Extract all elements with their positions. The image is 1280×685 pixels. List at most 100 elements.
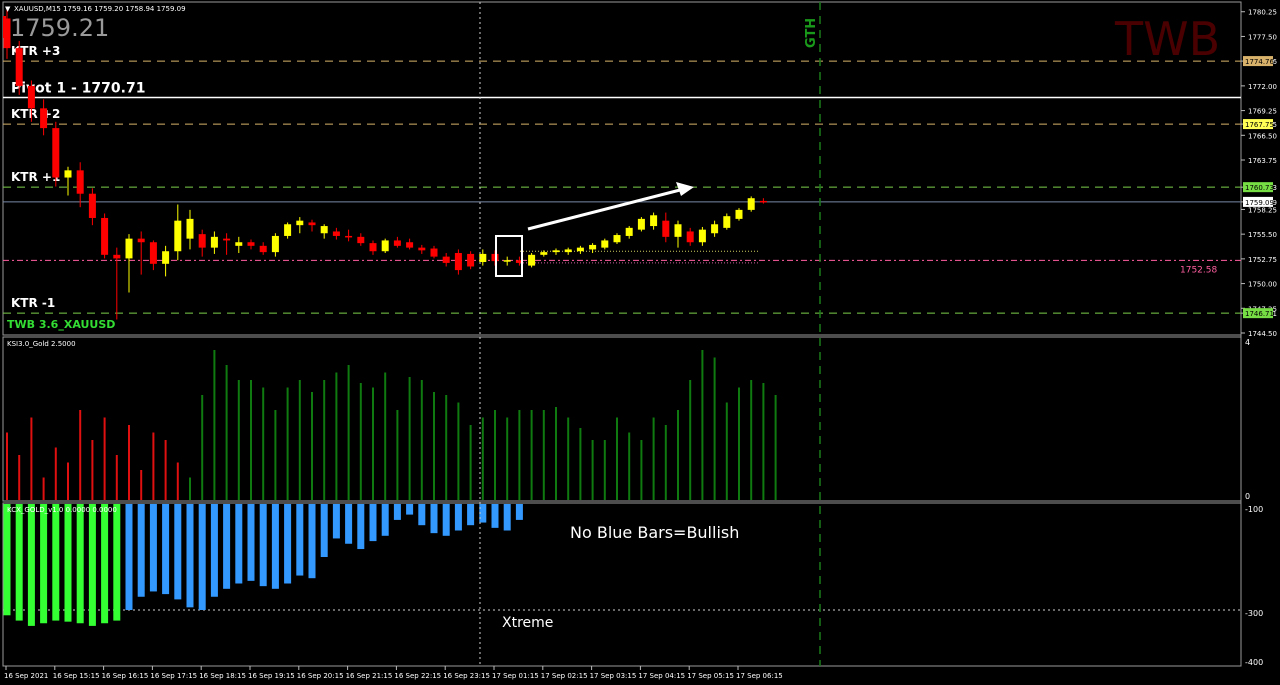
candle-body xyxy=(125,238,133,259)
time-tick-label: 16 Sep 15:15 xyxy=(53,672,100,680)
candle-body xyxy=(137,238,145,243)
candle-body xyxy=(27,85,35,109)
candle-body xyxy=(454,253,462,271)
price-tick-label: 1750.00 xyxy=(1248,281,1277,289)
kcx-bar xyxy=(308,504,316,579)
kcx-bar xyxy=(454,504,462,531)
kcx-bar xyxy=(357,504,365,550)
kcx-bar xyxy=(406,504,414,515)
candle-body xyxy=(564,249,572,253)
time-tick-label: 16 Sep 20:15 xyxy=(297,672,344,680)
time-tick-label: 16 Sep 16:15 xyxy=(102,672,149,680)
candle-body xyxy=(686,231,694,243)
candle-body xyxy=(552,250,560,253)
candle-body xyxy=(503,260,511,262)
candle-body xyxy=(296,220,304,226)
time-tick-label: 16 Sep 21:15 xyxy=(346,672,393,680)
candle-body xyxy=(210,236,218,248)
candle-body xyxy=(345,235,353,238)
gth-label: GTH xyxy=(804,18,819,48)
indicator-label: TWB 3.6_XAUUSD xyxy=(7,318,115,331)
price-tick-label: 1758.25 xyxy=(1248,206,1277,214)
kcx-bar xyxy=(186,504,194,608)
kcx-bar xyxy=(88,504,96,626)
candle-body xyxy=(52,128,60,178)
candle-body xyxy=(357,236,365,244)
candle-body xyxy=(271,235,279,253)
candle-body xyxy=(113,254,121,259)
kcx-bar xyxy=(76,504,84,624)
candle-body xyxy=(15,48,23,86)
candle-body xyxy=(406,242,414,248)
kcx-tick-mid: -300 xyxy=(1245,609,1263,618)
candle-body xyxy=(308,222,316,226)
candle-body xyxy=(88,193,96,218)
price-tick-label: 1772.00 xyxy=(1248,83,1277,91)
price-tick-label: 1763.75 xyxy=(1248,157,1277,165)
kcx-bar xyxy=(162,504,170,595)
time-tick-label: 16 Sep 19:15 xyxy=(248,672,295,680)
kcx-bar xyxy=(235,504,243,584)
time-tick-label: 17 Sep 06:15 xyxy=(736,672,783,680)
kcx-bar xyxy=(247,504,255,581)
kcx-bar xyxy=(40,504,48,624)
candle-body xyxy=(320,226,328,234)
price-flag-label: 1746.71 xyxy=(1245,310,1274,318)
kcx-bar xyxy=(3,504,11,616)
price-marker xyxy=(3,16,6,38)
candle-body xyxy=(174,220,182,252)
candle-body xyxy=(393,240,401,246)
kcx-bar xyxy=(210,504,218,597)
candle-body xyxy=(528,254,536,266)
candle-body xyxy=(698,229,706,243)
candle-body xyxy=(223,238,231,241)
candle-body xyxy=(662,220,670,237)
price-flag-label: 1759.09 xyxy=(1245,199,1274,207)
candle-body xyxy=(198,234,206,248)
level-label: KTR -1 xyxy=(11,296,55,310)
candle-body xyxy=(650,215,658,227)
kcx-bar xyxy=(332,504,340,539)
ksi-tick-top: 4 xyxy=(1245,338,1250,347)
candle-body xyxy=(101,217,109,255)
kcx-bar xyxy=(430,504,438,534)
candle-body xyxy=(284,224,292,236)
time-tick-label: 17 Sep 04:15 xyxy=(638,672,685,680)
kcx-bar xyxy=(198,504,206,610)
kcx-bar xyxy=(381,504,389,536)
candle-body xyxy=(540,252,548,255)
kcx-bar xyxy=(491,504,499,528)
candle-body xyxy=(759,200,767,203)
candle-body xyxy=(247,242,255,246)
price-tick-label: 1777.50 xyxy=(1248,33,1277,41)
kcx-bar xyxy=(113,504,121,621)
pink-level-label: 1752.58 xyxy=(1180,265,1217,275)
time-tick-label: 16 Sep 18:15 xyxy=(199,672,246,680)
candle-body xyxy=(613,235,621,243)
ksi-label: KSI3.0_Gold 2.5000 xyxy=(7,340,76,348)
no-blue-bars-annotation: No Blue Bars=Bullish xyxy=(570,523,739,542)
kcx-bar xyxy=(174,504,182,600)
dropdown-triangle-icon[interactable]: ▼ xyxy=(5,5,11,13)
kcx-bar xyxy=(418,504,426,526)
candle-body xyxy=(76,170,84,194)
time-tick-label: 16 Sep 2021 xyxy=(4,672,48,680)
time-tick-label: 17 Sep 05:15 xyxy=(687,672,734,680)
kcx-bar xyxy=(64,504,72,622)
price-flag-label: 1767.75 xyxy=(1245,121,1274,129)
trading-chart[interactable]: 1780.25 1777.50 1774.76 1772.00 1769.25 1767.… xyxy=(0,0,1280,685)
candle-body xyxy=(430,248,438,257)
xtreme-annotation: Xtreme xyxy=(502,615,553,631)
candle-body xyxy=(40,108,48,129)
candle-body xyxy=(747,198,755,210)
kcx-tick-top: -100 xyxy=(1245,505,1263,514)
candle-body xyxy=(601,240,609,248)
price-tick-label: 1755.50 xyxy=(1248,231,1277,239)
kcx-bar xyxy=(393,504,401,520)
kcx-bar xyxy=(15,504,23,621)
candle-body xyxy=(64,170,72,178)
kcx-bar xyxy=(52,504,60,621)
kcx-bar xyxy=(284,504,292,584)
price-tick-label: 1780.25 xyxy=(1248,9,1277,17)
candle-body xyxy=(418,247,426,251)
